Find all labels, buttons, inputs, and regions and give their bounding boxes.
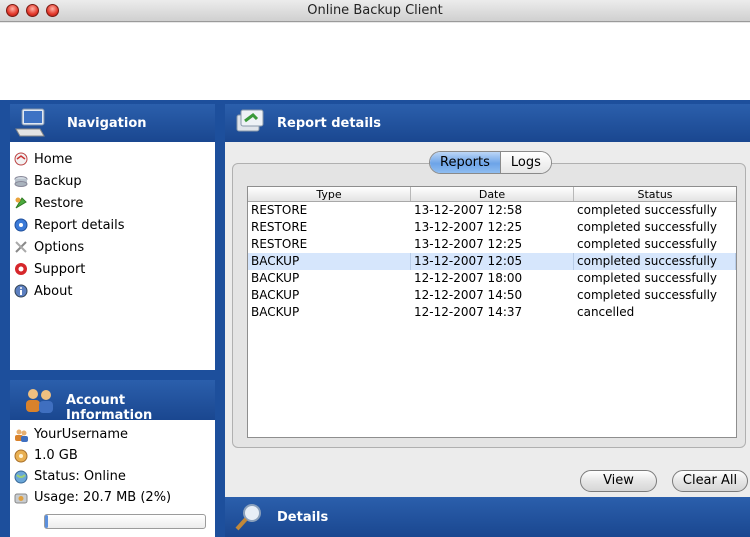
app-window: Online Backup Client Navigation Home Bac…: [0, 0, 750, 537]
table-row[interactable]: RESTORE 13-12-2007 12:25 completed succe…: [248, 219, 736, 236]
details-header: Details: [225, 497, 750, 537]
tab-logs[interactable]: Logs: [499, 152, 551, 173]
table-row[interactable]: BACKUP 12-12-2007 14:37 cancelled: [248, 304, 736, 321]
cell-date: 13-12-2007 12:25: [414, 220, 523, 234]
cell-type: BACKUP: [248, 253, 411, 270]
cell-type: RESTORE: [251, 203, 308, 217]
account-header: Account Information: [10, 380, 215, 423]
cell-date: 12-12-2007 18:00: [414, 271, 523, 285]
table-row[interactable]: BACKUP 12-12-2007 14:50 completed succes…: [248, 287, 736, 304]
username-text: YourUsername: [34, 427, 129, 442]
navigation-list: Home Backup Restore Report details Optio…: [14, 148, 125, 302]
storage-icon: [14, 449, 28, 462]
usage-text: Usage: 20.7 MB (2%): [34, 490, 172, 505]
cell-status: cancelled: [577, 305, 635, 319]
nav-item-label: Report details: [34, 217, 125, 233]
nav-item-home[interactable]: Home: [14, 148, 125, 170]
table-row[interactable]: BACKUP 12-12-2007 18:00 completed succes…: [248, 270, 736, 287]
column-header-date[interactable]: Date: [411, 187, 574, 201]
quota-text: 1.0 GB: [34, 448, 78, 463]
backup-icon: [14, 176, 28, 187]
globe-icon: [14, 470, 28, 483]
toolbar-area: [0, 23, 750, 100]
table-row[interactable]: RESTORE 13-12-2007 12:25 completed succe…: [248, 236, 736, 253]
report-table: Type Date Status RESTORE 13-12-2007 12:5…: [247, 186, 737, 438]
home-icon: [14, 152, 28, 166]
account-usage: Usage: 20.7 MB (2%): [14, 487, 171, 508]
nav-item-label: Home: [34, 151, 73, 167]
table-header: Type Date Status: [248, 187, 736, 202]
cell-status: completed successfully: [577, 288, 718, 302]
nav-item-support[interactable]: Support: [14, 258, 125, 280]
title-bar[interactable]: Online Backup Client: [0, 0, 750, 22]
account-quota: 1.0 GB: [14, 445, 171, 466]
cell-status: completed successfully: [574, 253, 736, 270]
account-title: Account Information: [66, 393, 153, 423]
cell-status: completed successfully: [577, 203, 718, 217]
cell-type: RESTORE: [251, 237, 308, 251]
navigation-title: Navigation: [67, 116, 147, 131]
nav-item-backup[interactable]: Backup: [14, 170, 125, 192]
cell-date: 13-12-2007 12:05: [411, 253, 574, 270]
nav-item-report-details[interactable]: Report details: [14, 214, 125, 236]
support-icon: [15, 263, 27, 275]
computer-icon: [15, 108, 45, 137]
column-header-type[interactable]: Type: [248, 187, 411, 201]
report-tabs: Reports Logs: [429, 151, 552, 174]
usage-progress-bar: [44, 514, 206, 529]
nav-item-about[interactable]: About: [14, 280, 125, 302]
nav-item-label: Restore: [34, 195, 84, 211]
cell-type: BACKUP: [251, 271, 300, 285]
report-icon: [14, 218, 28, 232]
about-icon: [14, 284, 28, 298]
navigation-header: Navigation: [10, 104, 215, 142]
cell-status: completed successfully: [577, 220, 718, 234]
report-details-icon: [236, 109, 264, 132]
view-button[interactable]: View: [580, 470, 657, 492]
cell-type: BACKUP: [251, 305, 300, 319]
cell-type: RESTORE: [251, 220, 308, 234]
details-title: Details: [277, 510, 329, 525]
report-title: Report details: [277, 116, 381, 131]
usage-progress-fill: [45, 515, 49, 528]
disk-icon: [14, 493, 28, 503]
cell-type: BACKUP: [251, 288, 300, 302]
clear-all-button[interactable]: Clear All: [672, 470, 748, 492]
restore-icon: [15, 197, 27, 209]
cell-date: 12-12-2007 14:50: [414, 288, 523, 302]
user-icon: [15, 429, 28, 442]
cell-date: 13-12-2007 12:58: [414, 203, 523, 217]
users-icon: [26, 389, 53, 413]
report-header: Report details: [225, 104, 750, 142]
column-header-status[interactable]: Status: [574, 187, 736, 201]
tab-reports[interactable]: Reports: [430, 152, 500, 173]
table-row[interactable]: RESTORE 13-12-2007 12:58 completed succe…: [248, 202, 736, 219]
cell-date: 12-12-2007 14:37: [414, 305, 523, 319]
cell-status: completed successfully: [577, 237, 718, 251]
nav-item-label: About: [34, 283, 73, 299]
cell-date: 13-12-2007 12:25: [414, 237, 523, 251]
account-username: YourUsername: [14, 424, 171, 445]
cell-status: completed successfully: [577, 271, 718, 285]
options-icon: [15, 241, 27, 253]
nav-item-restore[interactable]: Restore: [14, 192, 125, 214]
status-text: Status: Online: [34, 469, 126, 484]
account-list: YourUsername 1.0 GB Status: Online Usage…: [14, 424, 171, 508]
nav-item-label: Options: [34, 239, 85, 255]
magnifier-icon: [235, 504, 261, 531]
nav-item-options[interactable]: Options: [14, 236, 125, 258]
nav-item-label: Backup: [34, 173, 82, 189]
table-row-selected[interactable]: BACKUP 13-12-2007 12:05 completed succes…: [248, 253, 736, 270]
window-title: Online Backup Client: [307, 3, 443, 18]
account-status: Status: Online: [14, 466, 171, 487]
nav-item-label: Support: [34, 261, 86, 277]
